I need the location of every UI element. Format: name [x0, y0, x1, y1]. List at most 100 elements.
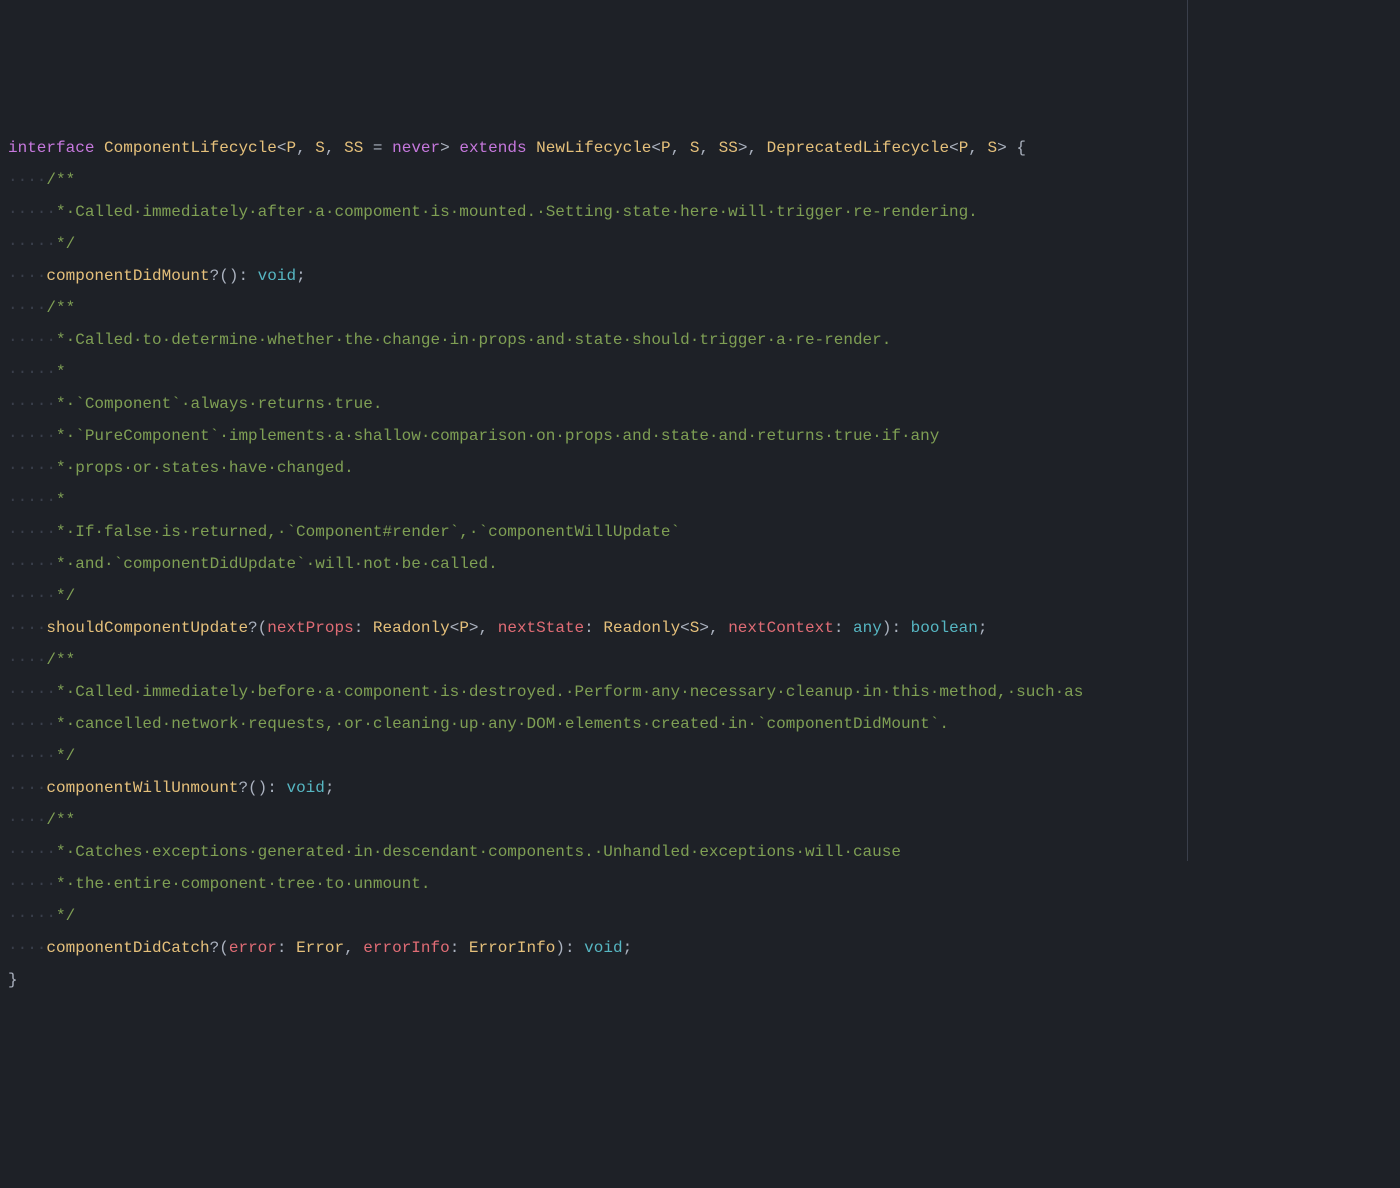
token-comment: /**	[46, 171, 75, 189]
token-param: nextContext	[728, 619, 834, 637]
code-line[interactable]: interface ComponentLifecycle<P, S, SS = …	[8, 132, 1392, 164]
token-punct: ;	[978, 619, 988, 637]
code-line[interactable]: ·····*·and·`componentDidUpdate`·will·not…	[8, 548, 1392, 580]
token-punct: ,	[709, 619, 728, 637]
token-typename: Error	[296, 939, 344, 957]
code-line[interactable]: ·····*·Called·immediately·before·a·compo…	[8, 676, 1392, 708]
token-punct: ):	[882, 619, 901, 637]
token-punct: >	[469, 619, 479, 637]
token-ws: ·····	[8, 459, 56, 477]
token-ws: ····	[8, 779, 46, 797]
token-comment: /**	[46, 651, 75, 669]
token-punct: >	[997, 139, 1007, 157]
token-comment: *·Catches·exceptions·generated·in·descen…	[56, 843, 901, 861]
token-ws: ····	[8, 939, 46, 957]
token-ws: ·····	[8, 523, 56, 541]
token-punct: <	[949, 139, 959, 157]
token-comment: *·cancelled·network·requests,·or·cleanin…	[56, 715, 949, 733]
token-typename: NewLifecycle	[536, 139, 651, 157]
token-typeparam: P	[459, 619, 469, 637]
code-line[interactable]: ·····*	[8, 484, 1392, 516]
token-comment: *	[56, 363, 66, 381]
token-param: error	[229, 939, 277, 957]
token-kw: extends	[459, 139, 526, 157]
code-line[interactable]: ····componentWillUnmount?(): void;	[8, 772, 1392, 804]
token-punct: >	[699, 619, 709, 637]
code-line[interactable]: ·····*·Called·immediately·after·a·compom…	[8, 196, 1392, 228]
code-line[interactable]: }	[8, 964, 1392, 996]
token-typeparam: SS	[344, 139, 363, 157]
code-line[interactable]: ·····*·Catches·exceptions·generated·in·d…	[8, 836, 1392, 868]
code-line[interactable]: ·····*·Called·to·determine·whether·the·c…	[8, 324, 1392, 356]
token-comment: /**	[46, 811, 75, 829]
token-comment: */	[56, 907, 75, 925]
code-line[interactable]: ·····*/	[8, 900, 1392, 932]
code-line[interactable]: ·····*·`Component`·always·returns·true.	[8, 388, 1392, 420]
code-line[interactable]: ·····*	[8, 356, 1392, 388]
token-ws: ·····	[8, 875, 56, 893]
token-ws: ····	[8, 299, 46, 317]
token-comment: */	[56, 587, 75, 605]
token-typevoid: any	[853, 619, 882, 637]
token-punct: <	[651, 139, 661, 157]
code-line[interactable]: ····componentDidMount?(): void;	[8, 260, 1392, 292]
token-punct: (	[219, 939, 229, 957]
code-line[interactable]: ·····*·cancelled·network·requests,·or·cl…	[8, 708, 1392, 740]
code-line[interactable]: ····/**	[8, 164, 1392, 196]
code-line[interactable]: ····/**	[8, 292, 1392, 324]
token-typename: ErrorInfo	[469, 939, 555, 957]
token-comment: */	[56, 235, 75, 253]
token-ws: ····	[8, 651, 46, 669]
token-punct: (	[258, 619, 268, 637]
code-editor[interactable]: interface ComponentLifecycle<P, S, SS = …	[8, 132, 1392, 996]
token-ws: ·····	[8, 907, 56, 925]
token-punct: ,	[325, 139, 344, 157]
token-ws: ·····	[8, 235, 56, 253]
token-punct: }	[8, 971, 18, 989]
token-comment: *·Called·immediately·before·a·component·…	[56, 683, 1083, 701]
token-comment: */	[56, 747, 75, 765]
token-comment: *·Called·to·determine·whether·the·change…	[56, 331, 891, 349]
token-typeparam: S	[690, 619, 700, 637]
token-ws: ·····	[8, 491, 56, 509]
token-punct: ,	[699, 139, 718, 157]
token-typevoid: void	[258, 267, 296, 285]
code-line[interactable]: ····/**	[8, 804, 1392, 836]
token-ws	[94, 139, 104, 157]
code-line[interactable]: ·····*/	[8, 740, 1392, 772]
token-typename: DeprecatedLifecycle	[767, 139, 949, 157]
token-typename: ComponentLifecycle	[104, 139, 277, 157]
token-typename: Readonly	[603, 619, 680, 637]
token-ws	[527, 139, 537, 157]
token-ws: ·····	[8, 587, 56, 605]
token-punct: ,	[479, 619, 498, 637]
code-line[interactable]: ·····*·If·false·is·returned,·`Component#…	[8, 516, 1392, 548]
token-typename: Readonly	[373, 619, 450, 637]
code-line[interactable]: ·····*·the·entire·component·tree·to·unmo…	[8, 868, 1392, 900]
token-punct: =	[363, 139, 392, 157]
code-line[interactable]: ·····*·`PureComponent`·implements·a·shal…	[8, 420, 1392, 452]
token-comment: *·Called·immediately·after·a·compoment·i…	[56, 203, 978, 221]
token-punct: ?	[210, 939, 220, 957]
token-ws	[575, 939, 585, 957]
token-typeparam: P	[286, 139, 296, 157]
token-ws: ····	[8, 619, 46, 637]
token-ws	[248, 267, 258, 285]
code-line[interactable]: ····componentDidCatch?(error: Error, err…	[8, 932, 1392, 964]
token-ws: ·····	[8, 683, 56, 701]
code-line[interactable]: ·····*/	[8, 228, 1392, 260]
code-line[interactable]: ·····*·props·or·states·have·changed.	[8, 452, 1392, 484]
token-punct: ?	[210, 267, 220, 285]
token-typevoid: void	[286, 779, 324, 797]
code-line[interactable]: ·····*/	[8, 580, 1392, 612]
code-line[interactable]: ····/**	[8, 644, 1392, 676]
token-comment: *·`PureComponent`·implements·a·shallow·c…	[56, 427, 939, 445]
token-method: componentDidCatch	[46, 939, 209, 957]
token-typeparam: P	[959, 139, 969, 157]
token-punct: ;	[325, 779, 335, 797]
token-punct: :	[354, 619, 373, 637]
token-comment: *·the·entire·component·tree·to·unmount.	[56, 875, 430, 893]
token-punct: ,	[747, 139, 766, 157]
token-punct: :	[584, 619, 603, 637]
code-line[interactable]: ····shouldComponentUpdate?(nextProps: Re…	[8, 612, 1392, 644]
